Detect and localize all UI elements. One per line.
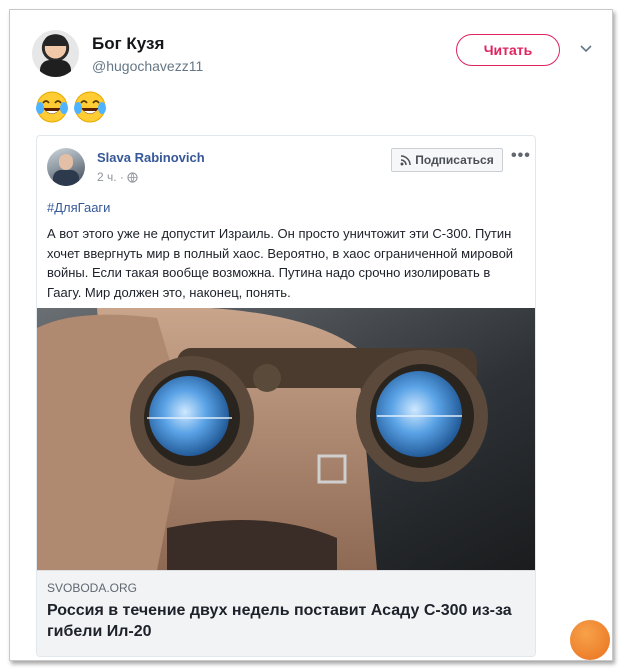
- subscribe-label: Подписаться: [415, 153, 494, 167]
- more-options-icon[interactable]: •••: [511, 147, 531, 165]
- embedded-post[interactable]: Slava Rabinovich 2 ч. · Подписаться ••• …: [36, 135, 536, 657]
- binoculars-photo[interactable]: [37, 308, 535, 570]
- author-handle[interactable]: @hugochavezz11: [92, 58, 203, 74]
- tweet-card: Бог Кузя @hugochavezz11 Читать Slava Rab…: [9, 9, 613, 661]
- link-title[interactable]: Россия в течение двух недель поставит Ас…: [47, 600, 517, 642]
- link-domain: SVOBODA.ORG: [47, 581, 138, 595]
- subscribe-button[interactable]: Подписаться: [391, 148, 503, 172]
- author-avatar[interactable]: [32, 30, 79, 77]
- globe-icon: [127, 171, 138, 183]
- tears-of-joy-icon: [36, 91, 68, 123]
- chevron-down-icon[interactable]: [578, 40, 594, 56]
- watermark-logo: [570, 620, 610, 660]
- follow-button[interactable]: Читать: [456, 34, 560, 66]
- author-name[interactable]: Бог Кузя: [92, 34, 164, 54]
- hashtag-link[interactable]: #ДляГааги: [47, 200, 110, 215]
- post-text: А вот этого уже не допустит Израиль. Он …: [47, 226, 514, 300]
- post-author-avatar[interactable]: [47, 148, 85, 186]
- link-preview[interactable]: SVOBODA.ORG Россия в течение двух недель…: [37, 570, 535, 656]
- emoji-row: [35, 90, 107, 124]
- post-time-text: 2 ч. ·: [97, 170, 124, 184]
- post-author-name[interactable]: Slava Rabinovich: [97, 150, 205, 165]
- rss-icon: [400, 154, 412, 165]
- tears-of-joy-icon: [74, 91, 106, 123]
- post-timestamp[interactable]: 2 ч. ·: [97, 170, 138, 184]
